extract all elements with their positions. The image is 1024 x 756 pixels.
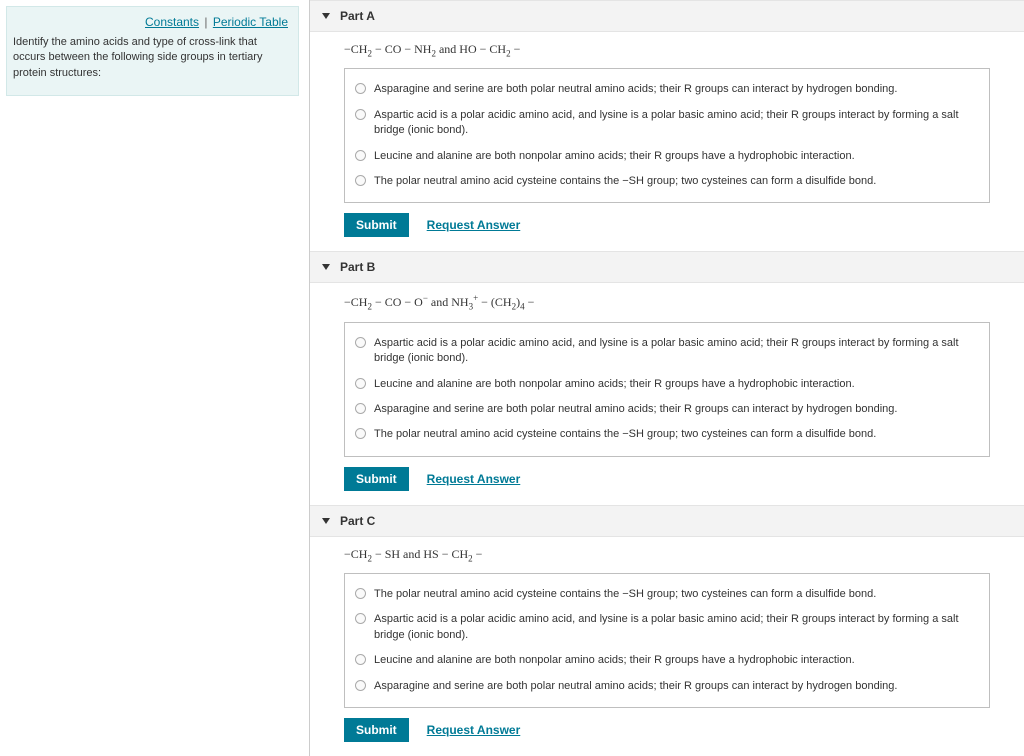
- option-text: The polar neutral amino acid cysteine co…: [374, 587, 876, 602]
- option-text: Asparagine and serine are both polar neu…: [374, 679, 897, 694]
- caret-down-icon: [322, 264, 330, 270]
- part-c-header[interactable]: Part C: [310, 505, 1024, 537]
- part-c: Part C −CH2 − SH and HS − CH2 − The pola…: [310, 505, 1024, 742]
- radio-icon[interactable]: [355, 150, 366, 161]
- submit-button[interactable]: Submit: [344, 213, 409, 237]
- option-row[interactable]: The polar neutral amino acid cysteine co…: [355, 169, 979, 194]
- radio-icon[interactable]: [355, 588, 366, 599]
- request-answer-link[interactable]: Request Answer: [427, 472, 521, 486]
- part-c-options: The polar neutral amino acid cysteine co…: [344, 573, 990, 708]
- radio-icon[interactable]: [355, 613, 366, 624]
- caret-down-icon: [322, 518, 330, 524]
- option-row[interactable]: Asparagine and serine are both polar neu…: [355, 397, 979, 422]
- part-a-header[interactable]: Part A: [310, 0, 1024, 32]
- option-text: The polar neutral amino acid cysteine co…: [374, 174, 876, 189]
- option-text: Leucine and alanine are both nonpolar am…: [374, 377, 855, 392]
- option-row[interactable]: The polar neutral amino acid cysteine co…: [355, 582, 979, 607]
- radio-icon[interactable]: [355, 680, 366, 691]
- question-prompt-box: Constants | Periodic Table Identify the …: [6, 6, 299, 96]
- option-row[interactable]: Aspartic acid is a polar acidic amino ac…: [355, 103, 979, 144]
- option-text: Asparagine and serine are both polar neu…: [374, 82, 897, 97]
- option-text: The polar neutral amino acid cysteine co…: [374, 427, 876, 442]
- option-row[interactable]: Leucine and alanine are both nonpolar am…: [355, 372, 979, 397]
- part-a-formula: −CH2 − CO − NH2 and HO − CH2 −: [344, 42, 1024, 58]
- radio-icon[interactable]: [355, 83, 366, 94]
- part-c-formula: −CH2 − SH and HS − CH2 −: [344, 547, 1024, 563]
- part-a-actions: Submit Request Answer: [344, 213, 1024, 237]
- radio-icon[interactable]: [355, 175, 366, 186]
- part-c-actions: Submit Request Answer: [344, 718, 1024, 742]
- caret-down-icon: [322, 13, 330, 19]
- part-a-options: Asparagine and serine are both polar neu…: [344, 68, 990, 203]
- reference-links: Constants | Periodic Table: [13, 15, 288, 29]
- option-text: Leucine and alanine are both nonpolar am…: [374, 653, 855, 668]
- radio-icon[interactable]: [355, 428, 366, 439]
- option-text: Leucine and alanine are both nonpolar am…: [374, 149, 855, 164]
- request-answer-link[interactable]: Request Answer: [427, 218, 521, 232]
- option-text: Asparagine and serine are both polar neu…: [374, 402, 897, 417]
- option-row[interactable]: Asparagine and serine are both polar neu…: [355, 674, 979, 699]
- part-b-title: Part B: [340, 260, 375, 274]
- radio-icon[interactable]: [355, 109, 366, 120]
- submit-button[interactable]: Submit: [344, 718, 409, 742]
- sidebar: Constants | Periodic Table Identify the …: [0, 0, 310, 756]
- option-row[interactable]: Aspartic acid is a polar acidic amino ac…: [355, 607, 979, 648]
- part-b-formula: −CH2 − CO − O− and NH3+ − (CH2)4 −: [344, 293, 1024, 311]
- option-row[interactable]: Leucine and alanine are both nonpolar am…: [355, 144, 979, 169]
- option-text: Aspartic acid is a polar acidic amino ac…: [374, 612, 979, 643]
- part-a: Part A −CH2 − CO − NH2 and HO − CH2 − As…: [310, 0, 1024, 237]
- periodic-table-link[interactable]: Periodic Table: [213, 15, 288, 29]
- part-c-title: Part C: [340, 514, 375, 528]
- part-b-actions: Submit Request Answer: [344, 467, 1024, 491]
- option-row[interactable]: Aspartic acid is a polar acidic amino ac…: [355, 331, 979, 372]
- part-b-options: Aspartic acid is a polar acidic amino ac…: [344, 322, 990, 457]
- option-row[interactable]: The polar neutral amino acid cysteine co…: [355, 422, 979, 447]
- option-text: Aspartic acid is a polar acidic amino ac…: [374, 108, 979, 139]
- radio-icon[interactable]: [355, 378, 366, 389]
- question-prompt: Identify the amino acids and type of cro…: [13, 35, 288, 81]
- part-a-title: Part A: [340, 9, 375, 23]
- link-separator: |: [204, 15, 207, 29]
- option-row[interactable]: Asparagine and serine are both polar neu…: [355, 77, 979, 102]
- option-row[interactable]: Leucine and alanine are both nonpolar am…: [355, 648, 979, 673]
- constants-link[interactable]: Constants: [145, 15, 199, 29]
- option-text: Aspartic acid is a polar acidic amino ac…: [374, 336, 979, 367]
- radio-icon[interactable]: [355, 337, 366, 348]
- radio-icon[interactable]: [355, 654, 366, 665]
- part-b: Part B −CH2 − CO − O− and NH3+ − (CH2)4 …: [310, 251, 1024, 490]
- part-b-header[interactable]: Part B: [310, 251, 1024, 283]
- main-content: Part A −CH2 − CO − NH2 and HO − CH2 − As…: [310, 0, 1024, 756]
- radio-icon[interactable]: [355, 403, 366, 414]
- request-answer-link[interactable]: Request Answer: [427, 723, 521, 737]
- submit-button[interactable]: Submit: [344, 467, 409, 491]
